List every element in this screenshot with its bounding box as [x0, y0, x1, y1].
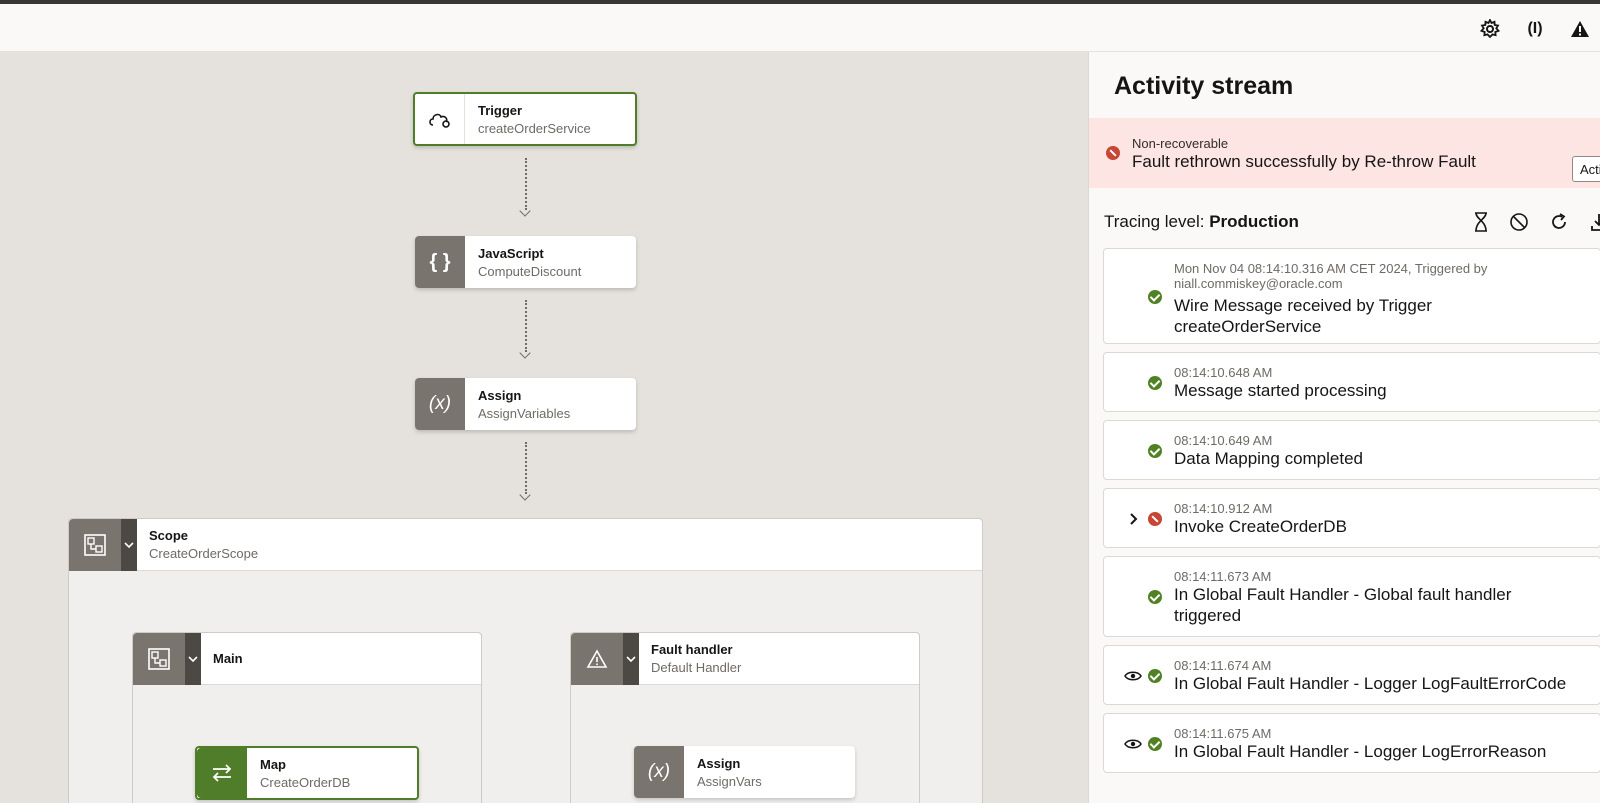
eye-icon[interactable] [1124, 669, 1142, 683]
cancel-icon[interactable] [1507, 210, 1531, 234]
activity-entry[interactable]: 08:14:10.649 AM Data Mapping completed [1103, 420, 1600, 480]
activity-list: Mon Nov 04 08:14:10.316 AM CET 2024, Tri… [1103, 248, 1600, 781]
map-title: Map [260, 756, 286, 772]
variable-icon: (x) [415, 378, 465, 430]
scope-subtitle: CreateOrderScope [149, 546, 259, 561]
chevron-down-icon[interactable] [623, 633, 639, 685]
trigger-subtitle: createOrderService [478, 120, 591, 136]
activity-entry[interactable]: 08:14:11.673 AM In Global Fault Handler … [1103, 556, 1600, 637]
assign-node[interactable]: (x) Assign AssignVariables [415, 378, 636, 430]
success-icon [1148, 290, 1162, 304]
integration-canvas[interactable]: Trigger createOrderService { } JavaScrip… [0, 52, 1088, 803]
entry-message: In Global Fault Handler - Global fault h… [1174, 585, 1512, 625]
panel-title: Activity stream [1114, 72, 1294, 100]
assign-title: Assign [478, 387, 522, 403]
tracing-level: Tracing level: Production [1104, 212, 1299, 232]
success-icon [1148, 376, 1162, 390]
entry-message: In Global Fault Handler - Logger LogFaul… [1174, 674, 1567, 693]
activity-entry[interactable]: 08:14:11.674 AM In Global Fault Handler … [1103, 645, 1600, 705]
variable-icon[interactable]: (I) [1523, 17, 1547, 41]
download-icon[interactable] [1587, 210, 1600, 234]
tracing-value: Production [1209, 212, 1299, 231]
actions-button[interactable]: Acti [1572, 156, 1600, 182]
javascript-node[interactable]: { } JavaScript ComputeDiscount [415, 236, 636, 288]
activity-entry[interactable]: 08:14:10.912 AM Invoke CreateOrderDB [1103, 488, 1600, 548]
error-icon [1106, 146, 1120, 160]
chevron-down-icon[interactable] [185, 633, 201, 685]
connector-line [525, 300, 527, 352]
entry-meta: 08:14:11.673 AM [1174, 569, 1272, 584]
main-block[interactable]: Main Map CreateOrderDB [132, 632, 482, 803]
fault-handler-title: Fault handler [651, 642, 733, 657]
connector-arrow [519, 347, 531, 359]
map-subtitle: CreateOrderDB [260, 774, 351, 790]
fault-banner: Non-recoverable Fault rethrown successfu… [1089, 118, 1600, 188]
scope-icon [133, 633, 185, 685]
refresh-icon[interactable] [1547, 210, 1571, 234]
entry-message: Data Mapping completed [1174, 449, 1364, 468]
activity-entry[interactable]: 08:14:11.675 AM In Global Fault Handler … [1103, 713, 1600, 773]
entry-message: In Global Fault Handler - Logger LogErro… [1174, 742, 1547, 761]
chevron-down-icon[interactable] [121, 519, 137, 571]
activity-stream-panel: Activity stream Non-recoverable Fault re… [1088, 52, 1600, 803]
chevron-right-icon[interactable] [1128, 512, 1140, 525]
connector-arrow [519, 205, 531, 217]
assign-vars-subtitle: AssignVars [697, 773, 762, 789]
connector-line [525, 158, 527, 210]
scope-container[interactable]: Scope CreateOrderScope Main Map CreateOr… [68, 518, 983, 803]
connector-line [525, 442, 527, 494]
entry-message: Message started processing [1174, 381, 1387, 400]
main-title: Main [213, 651, 243, 666]
connector-arrow [519, 489, 531, 501]
entry-meta: 08:14:10.649 AM [1174, 433, 1273, 448]
map-node[interactable]: Map CreateOrderDB [195, 746, 419, 800]
activity-entry[interactable]: Mon Nov 04 08:14:10.316 AM CET 2024, Tri… [1103, 248, 1600, 344]
swap-arrows-icon [197, 748, 247, 798]
success-icon [1148, 444, 1162, 458]
assign-vars-title: Assign [697, 755, 741, 771]
header-bar: (I) [0, 4, 1600, 52]
entry-meta: 08:14:11.675 AM [1174, 726, 1272, 741]
gear-icon[interactable] [1478, 17, 1502, 41]
activity-entry[interactable]: 08:14:10.648 AM Message started processi… [1103, 352, 1600, 412]
scope-title: Scope [149, 528, 189, 543]
braces-icon: { } [415, 236, 465, 288]
entry-meta: 08:14:11.674 AM [1174, 658, 1272, 673]
entry-meta: 08:14:10.912 AM [1174, 501, 1273, 516]
scope-icon [69, 519, 121, 571]
trigger-node[interactable]: Trigger createOrderService [413, 92, 637, 146]
warning-icon[interactable] [1568, 17, 1592, 41]
javascript-title: JavaScript [478, 245, 544, 261]
entry-meta: 08:14:10.648 AM [1174, 365, 1273, 380]
variable-icon: (x) [634, 746, 684, 798]
entry-message: Invoke CreateOrderDB [1174, 517, 1347, 536]
error-icon [1148, 512, 1162, 526]
eye-icon[interactable] [1124, 737, 1142, 751]
cloud-trigger-icon [415, 94, 465, 144]
success-icon [1148, 590, 1162, 604]
entry-message: Wire Message received by Trigger createO… [1174, 296, 1432, 336]
entry-meta: Mon Nov 04 08:14:10.316 AM CET 2024, Tri… [1174, 261, 1488, 291]
assign-vars-node[interactable]: (x) Assign AssignVars [634, 746, 855, 798]
assign-subtitle: AssignVariables [478, 405, 571, 421]
success-icon [1148, 669, 1162, 683]
javascript-subtitle: ComputeDiscount [478, 263, 582, 279]
warning-triangle-icon [571, 633, 623, 685]
fault-label: Non-recoverable [1132, 136, 1229, 151]
trigger-title: Trigger [478, 102, 523, 118]
fault-handler-block[interactable]: Fault handler Default Handler (x) Assign… [570, 632, 920, 803]
success-icon [1148, 737, 1162, 751]
fault-message: Fault rethrown successfully by Re-throw … [1132, 152, 1476, 171]
fault-handler-subtitle: Default Handler [651, 660, 742, 675]
tracing-label: Tracing level: [1104, 212, 1205, 231]
hourglass-icon[interactable] [1469, 210, 1493, 234]
